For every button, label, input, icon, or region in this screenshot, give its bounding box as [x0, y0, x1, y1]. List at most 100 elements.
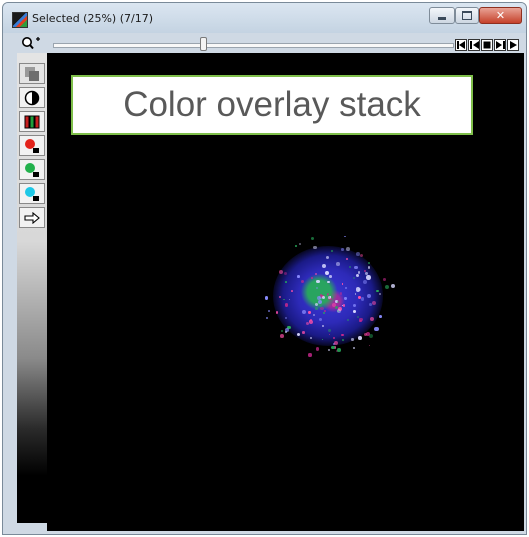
arrow-button[interactable]: [19, 207, 45, 228]
speck: [327, 348, 330, 351]
speck: [346, 318, 349, 321]
speck: [275, 311, 279, 314]
speck: [266, 316, 269, 319]
contrast-icon: [24, 90, 40, 105]
speck: [308, 353, 312, 357]
speck: [341, 248, 344, 251]
speck: [351, 338, 354, 341]
speck: [331, 345, 335, 350]
speck: [356, 252, 360, 256]
speck: [330, 249, 333, 252]
title-bar[interactable]: Selected (25%) (7/17) ✕: [3, 3, 526, 33]
speck: [343, 235, 346, 238]
red-channel-icon: [25, 138, 39, 153]
image-canvas[interactable]: Color overlay stack: [47, 53, 524, 531]
speck: [352, 346, 355, 349]
speck: [362, 279, 367, 284]
close-icon: ✕: [495, 9, 506, 22]
speck: [308, 311, 311, 314]
speck: [336, 347, 341, 352]
speck: [278, 295, 281, 298]
speck: [364, 333, 368, 337]
maximize-button[interactable]: [455, 7, 479, 24]
slice-slider-thumb[interactable]: [200, 37, 207, 51]
speck: [315, 307, 318, 310]
speck: [337, 300, 340, 303]
maximize-icon: [462, 11, 472, 20]
next-slice-button[interactable]: [494, 39, 506, 51]
slice-slider-track[interactable]: [53, 43, 454, 48]
play-icon: [510, 41, 517, 49]
speck: [366, 275, 371, 280]
speck: [295, 245, 297, 248]
speck: [336, 262, 341, 266]
speck: [382, 278, 386, 281]
speck: [364, 271, 368, 275]
minimize-button[interactable]: [429, 7, 455, 24]
rectangle-select-icon: [25, 66, 39, 81]
speck: [311, 237, 315, 241]
first-slice-button[interactable]: [455, 39, 467, 51]
speck: [315, 279, 320, 284]
close-button[interactable]: ✕: [479, 7, 522, 24]
speck: [384, 284, 390, 289]
speck: [376, 289, 379, 293]
speck: [341, 338, 344, 341]
contrast-button[interactable]: [19, 87, 45, 108]
speck: [336, 308, 341, 313]
tool-column: [17, 53, 47, 523]
speck: [368, 302, 372, 306]
speck: [318, 317, 322, 321]
skip-first-icon: [456, 41, 465, 49]
speck: [374, 326, 379, 331]
green-channel-icon: [25, 162, 39, 177]
cyan-channel-button[interactable]: [19, 183, 45, 204]
speck: [302, 331, 305, 334]
speck: [352, 276, 355, 280]
overlay-label: Color overlay stack: [123, 85, 421, 124]
green-channel-button[interactable]: [19, 159, 45, 180]
magnifier-plus-icon: [22, 37, 40, 50]
speck: [368, 344, 371, 347]
speck: [327, 329, 331, 333]
image-window: Selected (25%) (7/17) ✕ Color overlay st…: [2, 2, 527, 535]
speck: [391, 284, 396, 289]
window-title: Selected (25%) (7/17): [32, 12, 153, 25]
speck: [285, 331, 288, 334]
speck: [379, 314, 383, 318]
speck: [371, 301, 376, 306]
speck: [264, 296, 269, 300]
step-back-icon: [469, 41, 479, 49]
stop-button[interactable]: [481, 39, 493, 51]
speck: [368, 262, 370, 265]
zoom-button[interactable]: [20, 36, 42, 50]
speck: [314, 302, 319, 306]
speck: [280, 334, 284, 338]
speck: [321, 263, 326, 268]
channels-button[interactable]: [19, 111, 45, 132]
app-icon: [12, 12, 28, 28]
speck: [280, 329, 283, 332]
speck: [284, 303, 289, 307]
overlay-label-box: Color overlay stack: [71, 75, 473, 135]
red-channel-button[interactable]: [19, 135, 45, 156]
speck: [378, 293, 381, 296]
play-button[interactable]: [507, 39, 519, 51]
speck: [297, 275, 300, 278]
stop-icon: [483, 41, 491, 49]
speck: [358, 336, 362, 341]
previous-slice-button[interactable]: [468, 39, 480, 51]
rectangle-select-button[interactable]: [19, 63, 45, 84]
speck: [367, 265, 371, 269]
speck: [327, 280, 330, 284]
speck: [329, 275, 332, 278]
speck: [299, 242, 302, 245]
cyan-channel-icon: [25, 186, 39, 201]
speck: [331, 295, 334, 298]
arrow-right-icon: [24, 211, 40, 224]
speck: [315, 347, 320, 351]
speck: [268, 309, 271, 312]
minimize-icon: [438, 16, 446, 20]
speck: [355, 273, 359, 277]
speck: [370, 316, 375, 321]
